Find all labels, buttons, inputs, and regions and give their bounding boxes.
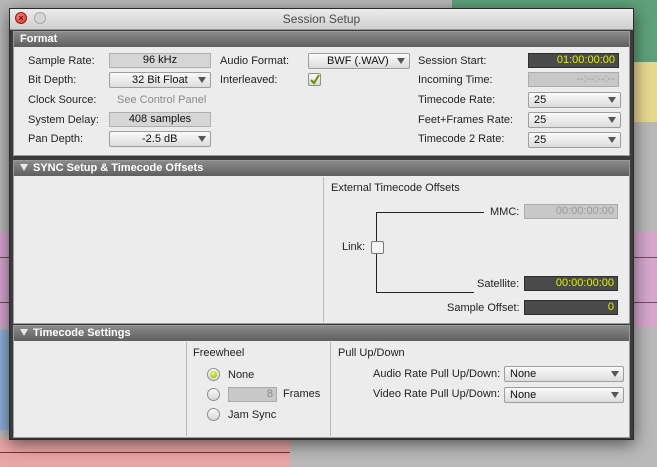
pan-depth-value: -2.5 dB: [142, 133, 178, 145]
window-title: Session Setup: [282, 12, 361, 26]
mmc-offset-field: 00:00:00:00: [524, 204, 618, 219]
format-panel: Format Sample Rate: 96 kHz Bit Depth: 32…: [13, 31, 630, 156]
satellite-offset-field[interactable]: 00:00:00:00: [524, 276, 618, 291]
session-start-field[interactable]: 01:00:00:00: [528, 53, 619, 68]
interleaved-label: Interleaved:: [220, 74, 278, 86]
freewheel-none-radio[interactable]: [207, 368, 220, 381]
bit-depth-popup[interactable]: 32 Bit Float: [109, 72, 211, 88]
external-offsets-title: External Timecode Offsets: [331, 182, 460, 194]
timecode-rate-value: 25: [534, 94, 547, 106]
system-delay-label: System Delay:: [28, 114, 99, 126]
chevron-down-icon: [611, 392, 619, 398]
incoming-time-field: --:--:--:--: [528, 72, 619, 87]
tc-divider-right: [330, 342, 331, 436]
link-bracket-top: [376, 212, 484, 213]
feet-frames-rate-value: 25: [534, 114, 547, 126]
chevron-down-icon: [608, 97, 616, 103]
timecode-settings-header-label: Timecode Settings: [33, 327, 131, 339]
video-pullup-label: Video Rate Pull Up/Down:: [373, 388, 500, 400]
audio-format-popup[interactable]: BWF (.WAV): [308, 53, 410, 69]
sample-rate-label: Sample Rate:: [28, 55, 95, 67]
link-checkbox[interactable]: [371, 241, 384, 254]
chevron-down-icon: [397, 58, 405, 64]
clock-source-value: See Control Panel: [117, 94, 207, 106]
freewheel-title: Freewheel: [193, 347, 245, 359]
sync-panel: SYNC Setup & Timecode Offsets External T…: [13, 160, 630, 324]
video-pullup-value: None: [510, 389, 537, 401]
sync-divider: [323, 177, 324, 322]
chevron-down-icon: [611, 371, 619, 377]
bit-depth-label: Bit Depth:: [28, 74, 77, 86]
audio-pullup-label: Audio Rate Pull Up/Down:: [373, 368, 501, 380]
link-label: Link:: [342, 241, 366, 253]
feet-frames-rate-label: Feet+Frames Rate:: [418, 114, 514, 126]
feet-frames-rate-popup[interactable]: 25: [528, 112, 621, 128]
freewheel-frames-field: 8: [228, 387, 277, 402]
timecode2-rate-popup[interactable]: 25: [528, 132, 621, 148]
chevron-down-icon: [198, 136, 206, 142]
session-setup-window: × Session Setup Format Sample Rate: 96 k…: [9, 8, 634, 440]
format-header: Format: [14, 32, 629, 47]
title-bar[interactable]: × Session Setup: [10, 9, 633, 30]
clock-source-label: Clock Source:: [28, 94, 97, 106]
chevron-down-icon: [198, 77, 206, 83]
incoming-time-label: Incoming Time:: [418, 74, 493, 86]
chevron-down-icon: [608, 117, 616, 123]
disclosure-triangle-icon[interactable]: [20, 328, 28, 336]
background-track-yellow: [632, 62, 657, 122]
interleaved-checkbox[interactable]: [308, 73, 321, 86]
freewheel-frames-radio[interactable]: [207, 388, 220, 401]
freewheel-frames-label: Frames: [283, 388, 321, 400]
timecode2-rate-label: Timecode 2 Rate:: [418, 133, 505, 145]
timecode-rate-label: Timecode Rate:: [418, 94, 496, 106]
sync-header-label: SYNC Setup & Timecode Offsets: [33, 162, 204, 174]
timecode-settings-panel: Timecode Settings Freewheel None 8 Frame…: [13, 325, 630, 438]
timecode2-rate-value: 25: [534, 134, 547, 146]
video-pullup-popup[interactable]: None: [504, 387, 624, 403]
audio-pullup-value: None: [510, 368, 537, 380]
audio-format-value: BWF (.WAV): [327, 55, 389, 67]
satellite-label: Satellite:: [477, 278, 520, 290]
timecode-settings-header[interactable]: Timecode Settings: [14, 326, 629, 341]
jam-sync-radio[interactable]: [207, 408, 220, 421]
sync-header[interactable]: SYNC Setup & Timecode Offsets: [14, 161, 629, 176]
sample-rate-value: 96 kHz: [109, 53, 211, 68]
system-delay-value: 408 samples: [109, 112, 211, 127]
pullup-title: Pull Up/Down: [338, 347, 405, 359]
pan-depth-popup[interactable]: -2.5 dB: [109, 131, 211, 147]
sample-offset-field[interactable]: 0: [524, 300, 618, 315]
checkmark-icon: [310, 74, 320, 85]
audio-pullup-popup[interactable]: None: [504, 366, 624, 382]
sample-offset-label: Sample Offset:: [447, 302, 520, 314]
link-bracket-bottom: [376, 292, 474, 293]
session-start-label: Session Start:: [418, 55, 487, 67]
jam-sync-label: Jam Sync: [228, 409, 277, 421]
background-track-red: [0, 438, 290, 467]
disclosure-triangle-icon[interactable]: [20, 163, 28, 171]
mmc-label: MMC:: [490, 206, 520, 218]
tc-divider-left: [186, 342, 187, 436]
chevron-down-icon: [608, 137, 616, 143]
bit-depth-value: 32 Bit Float: [132, 74, 188, 86]
pan-depth-label: Pan Depth:: [28, 133, 84, 145]
audio-format-label: Audio Format:: [220, 55, 290, 67]
freewheel-none-label: None: [228, 369, 255, 381]
timecode-rate-popup[interactable]: 25: [528, 92, 621, 108]
